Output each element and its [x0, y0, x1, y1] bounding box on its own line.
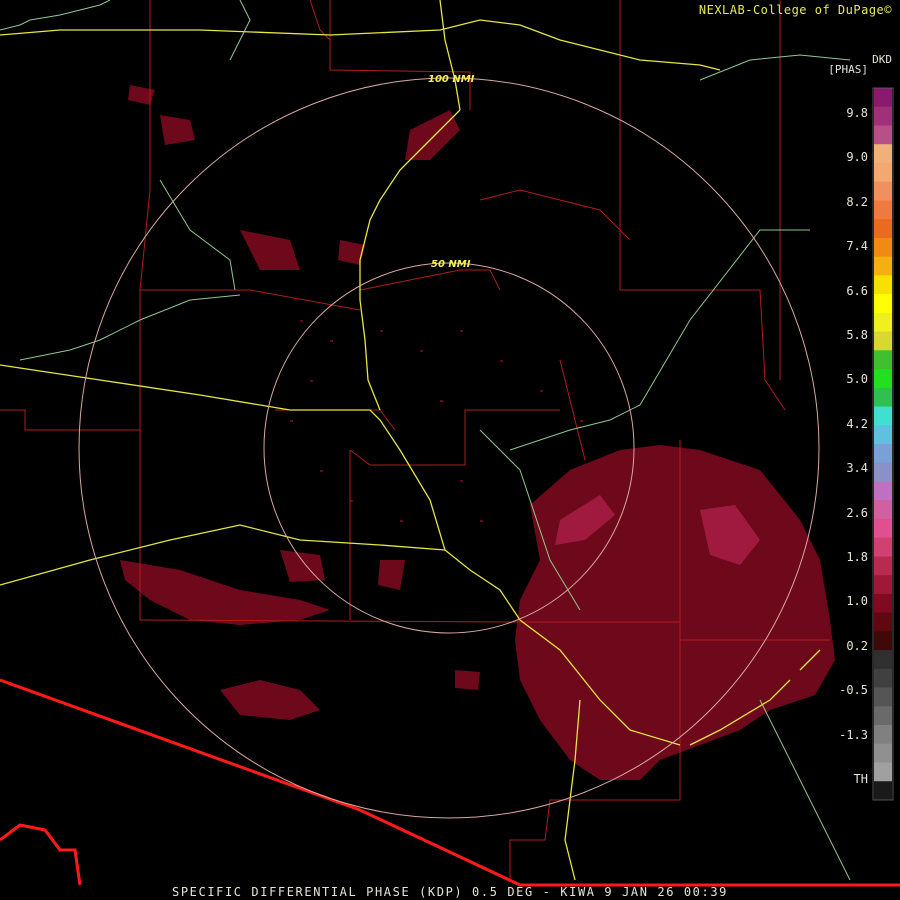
range-ring-50-label: 50 NMI	[431, 259, 471, 270]
color-scale-swatch	[874, 256, 892, 276]
color-scale-swatch	[874, 350, 892, 370]
color-scale-swatch	[874, 387, 892, 408]
color-scale-swatch	[874, 668, 892, 689]
color-scale-swatch	[874, 481, 892, 501]
color-scale-swatch	[874, 575, 892, 595]
color-scale-swatch	[874, 556, 892, 576]
color-scale-swatch	[874, 593, 892, 614]
color-scale-swatch	[874, 444, 892, 464]
color-scale-swatch	[874, 181, 892, 201]
color-scale-swatch	[874, 650, 892, 670]
legend-label: -1.3	[839, 727, 868, 742]
color-scale-swatch	[874, 162, 892, 183]
color-scale-swatch	[874, 706, 892, 726]
legend-label: 7.4	[846, 239, 868, 254]
legend-label: 4.2	[846, 416, 868, 431]
color-scale-swatch	[874, 200, 892, 220]
color-scale-swatch	[874, 762, 892, 782]
color-scale-swatch	[874, 125, 892, 145]
color-scale-swatch	[874, 88, 892, 108]
legend-label: 6.6	[846, 283, 868, 298]
color-scale-swatch	[874, 537, 892, 557]
legend-label: 2.6	[846, 505, 868, 520]
color-scale-swatch	[874, 743, 892, 764]
color-scale-swatch	[874, 612, 892, 632]
legend-label: 1.8	[846, 550, 868, 564]
color-scale-swatch	[874, 275, 892, 295]
legend-label: 9.8	[846, 106, 868, 120]
color-scale-swatch	[874, 781, 892, 801]
credit-text: NEXLAB-College of DuPage©	[698, 3, 892, 17]
color-scale-swatch	[874, 725, 892, 745]
color-scale-swatch	[874, 518, 892, 539]
legend-label: 0.2	[846, 638, 868, 653]
legend-label: -0.5	[839, 683, 868, 698]
color-scale-swatch	[874, 106, 892, 126]
legend-label: 1.0	[846, 594, 868, 609]
footer-caption: SPECIFIC DIFFERENTIAL PHASE (KDP) 0.5 DE…	[172, 885, 728, 899]
color-scale-swatch	[874, 500, 892, 520]
color-scale-swatch	[874, 369, 892, 389]
color-scale-bar	[874, 88, 892, 801]
color-scale-swatch	[874, 425, 892, 445]
range-ring-100-label: 100 NMI	[428, 74, 475, 85]
legend-label: 8.2	[846, 194, 868, 209]
legend-label: 5.0	[846, 372, 868, 387]
radar-map: 50 NMI 100 NMI	[0, 0, 900, 900]
color-scale-swatch	[874, 144, 892, 164]
color-scale-swatch	[874, 294, 892, 314]
legend-unit-title: DKD	[872, 53, 892, 66]
color-scale-swatch	[874, 331, 892, 351]
legend-label: TH	[853, 772, 868, 786]
legend-unit-subtitle: [PHAS]	[828, 63, 868, 76]
color-scale-swatch	[874, 219, 892, 239]
legend-label: 9.0	[846, 150, 868, 165]
legend-label: 3.4	[846, 461, 868, 476]
color-scale-swatch	[874, 687, 892, 707]
color-scale-swatch	[874, 406, 892, 426]
color-scale-swatch	[874, 237, 892, 258]
color-scale-swatch	[874, 631, 892, 651]
color-scale-swatch	[874, 462, 892, 482]
color-scale-swatch	[874, 312, 892, 333]
legend-label: 5.8	[846, 328, 868, 342]
